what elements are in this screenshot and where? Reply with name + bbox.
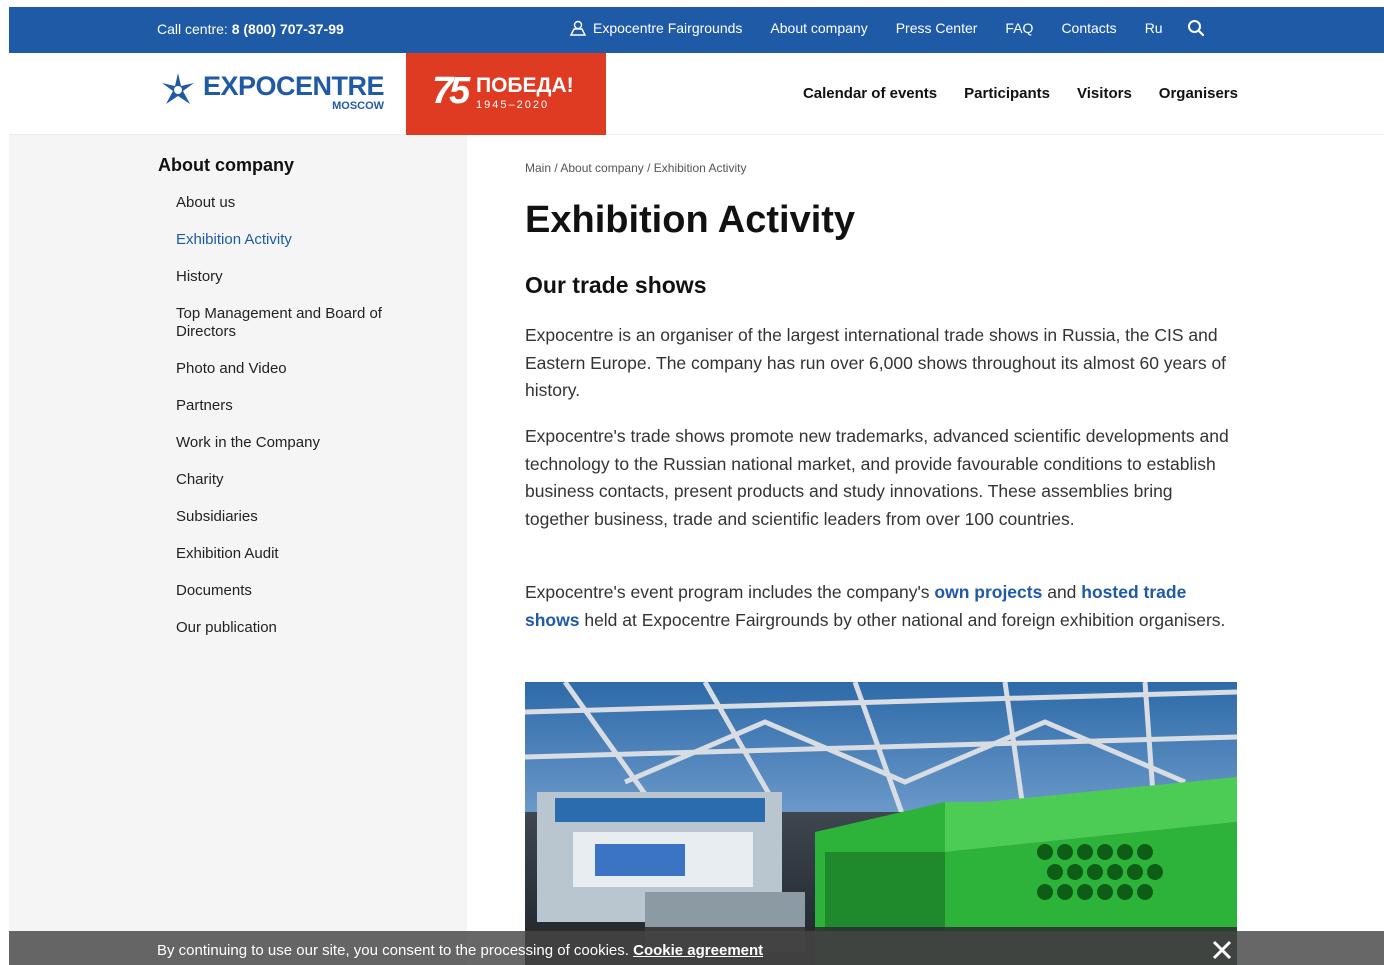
breadcrumb-main[interactable]: Main <box>525 161 551 175</box>
logo-wordmark: EXPOCENTRE <box>203 71 385 101</box>
cookie-banner: By continuing to use our site, you conse… <box>9 931 1384 965</box>
sidebar-item-partners[interactable]: Partners <box>176 397 416 415</box>
site-header: EXPOCENTRE MOSCOW 75 ПОБЕДА! 1945–2020 C… <box>9 53 1384 135</box>
search-icon <box>1187 20 1204 37</box>
top-nav-label: FAQ <box>1005 20 1034 36</box>
top-nav-about[interactable]: About company <box>770 20 867 36</box>
cookie-text: By continuing to use our site, you conse… <box>157 942 763 959</box>
nav-organisers[interactable]: Organisers <box>1159 85 1238 102</box>
breadcrumb-about[interactable]: About company <box>560 161 643 175</box>
breadcrumb-current: Exhibition Activity <box>653 161 747 175</box>
own-projects-link[interactable]: own projects <box>934 582 1042 602</box>
section-title: Our trade shows <box>525 272 707 298</box>
paragraph-text: Expocentre's event program includes the … <box>525 582 935 602</box>
paragraph-trade-shows: Expocentre's trade shows promote new tra… <box>525 426 1229 529</box>
sidebar-title[interactable]: About company <box>158 155 294 176</box>
paragraph-text: held at Expocentre Fairgrounds by other … <box>579 609 1226 630</box>
cookie-message: By continuing to use our site, you conse… <box>157 942 634 959</box>
sidebar-item-exhibition-audit[interactable]: Exhibition Audit <box>176 545 416 563</box>
sidebar-item-work[interactable]: Work in the Company <box>176 434 416 452</box>
top-nav-label: Press Center <box>895 20 978 36</box>
fairgrounds-icon <box>569 20 587 36</box>
victory-title: ПОБЕДА! <box>476 74 574 97</box>
breadcrumb: Main / About company / Exhibition Activi… <box>525 161 747 175</box>
sidebar-item-history[interactable]: History <box>176 268 416 286</box>
logo-city: MOSCOW <box>332 100 385 112</box>
victory-banner[interactable]: 75 ПОБЕДА! 1945–2020 <box>406 53 606 135</box>
page: Call centre: 8 (800) 707-37-99 Expocentr… <box>9 7 1384 965</box>
close-icon <box>1212 940 1232 960</box>
top-nav-contacts[interactable]: Contacts <box>1061 20 1116 36</box>
sidebar-menu: About us Exhibition Activity History Top… <box>176 194 416 656</box>
top-nav-faq[interactable]: FAQ <box>1005 20 1033 36</box>
main-nav: Calendar of events Participants Visitors… <box>776 85 1238 102</box>
language-switch[interactable]: Ru <box>1145 20 1163 36</box>
top-nav-label: About company <box>770 20 868 36</box>
victory-years: 1945–2020 <box>476 99 550 111</box>
page-title: Exhibition Activity <box>525 199 856 241</box>
sidebar-item-documents[interactable]: Documents <box>176 582 416 600</box>
top-nav: Expocentre Fairgrounds About company Pre… <box>569 19 1205 37</box>
sidebar-item-about-us[interactable]: About us <box>176 194 416 212</box>
cookie-close-button[interactable] <box>1211 939 1233 965</box>
top-nav-label: Expocentre Fairgrounds <box>593 20 743 36</box>
top-nav-label: Contacts <box>1061 20 1117 36</box>
nav-participants[interactable]: Participants <box>964 85 1050 102</box>
sidebar: About company About us Exhibition Activi… <box>9 135 467 965</box>
cookie-agreement-link[interactable]: Cookie agreement <box>633 942 763 959</box>
language-label: Ru <box>1144 20 1163 36</box>
sidebar-item-subsidiaries[interactable]: Subsidiaries <box>176 508 416 526</box>
expocentre-logo[interactable]: EXPOCENTRE MOSCOW <box>159 71 385 112</box>
exhibition-hall-photo <box>525 682 1237 965</box>
paragraph-intro: Expocentre is an organiser of the larges… <box>525 325 1227 400</box>
sidebar-item-photo-video[interactable]: Photo and Video <box>176 360 416 378</box>
call-centre: Call centre: 8 (800) 707-37-99 <box>157 21 344 37</box>
sidebar-item-top-management[interactable]: Top Management and Board of Directors <box>176 305 416 341</box>
top-bar: Call centre: 8 (800) 707-37-99 Expocentr… <box>9 7 1384 53</box>
exhibition-hall-image <box>525 682 1237 965</box>
nav-calendar[interactable]: Calendar of events <box>803 85 937 102</box>
sidebar-item-charity[interactable]: Charity <box>176 471 416 489</box>
nav-visitors[interactable]: Visitors <box>1077 85 1132 102</box>
paragraph-text: and <box>1042 582 1082 602</box>
paragraph-event-program: Expocentre's event program includes the … <box>525 579 1235 634</box>
top-nav-fairgrounds[interactable]: Expocentre Fairgrounds <box>569 20 742 36</box>
call-centre-label: Call centre: <box>157 21 228 37</box>
expocentre-star-icon <box>162 73 194 104</box>
top-nav-press[interactable]: Press Center <box>896 20 978 36</box>
search-button[interactable] <box>1187 19 1205 37</box>
sidebar-item-our-publication[interactable]: Our publication <box>176 619 416 637</box>
sidebar-item-exhibition-activity[interactable]: Exhibition Activity <box>176 231 416 249</box>
victory-number: 75 <box>432 70 470 112</box>
call-centre-number[interactable]: 8 (800) 707-37-99 <box>232 21 344 37</box>
